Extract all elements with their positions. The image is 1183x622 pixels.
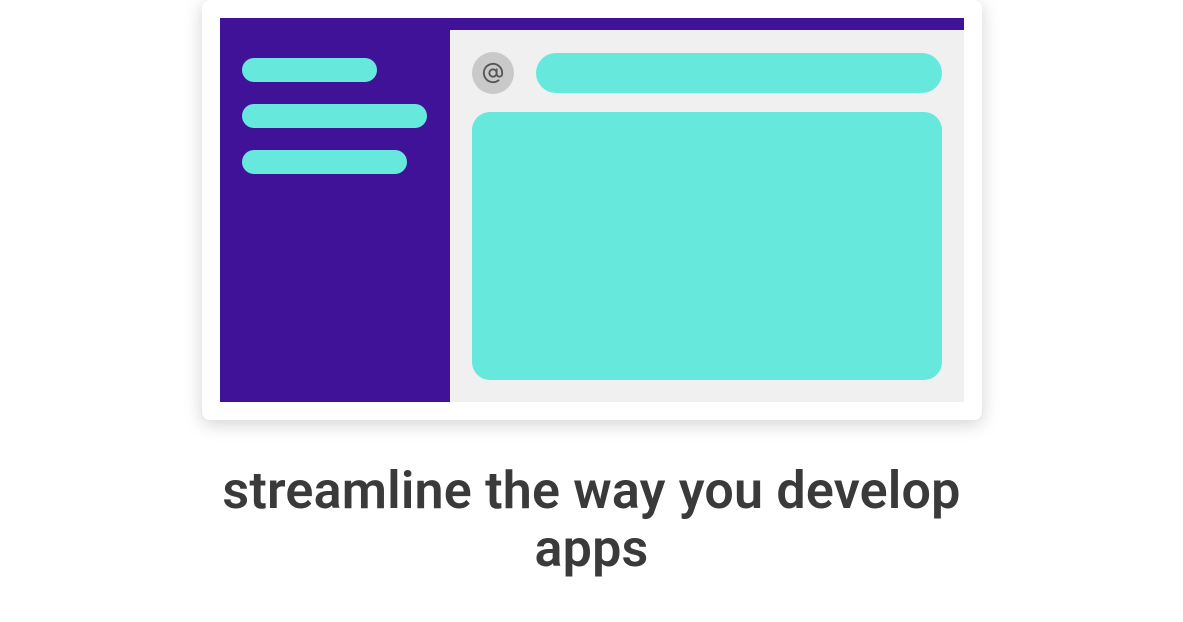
app-mockup-card [202, 0, 982, 420]
mockup-body [220, 30, 964, 402]
mockup-header-row [472, 52, 942, 94]
app-mockup [220, 18, 964, 402]
mockup-content-block [472, 112, 942, 380]
mockup-nav-item [242, 150, 407, 174]
mockup-search-bar [536, 53, 942, 93]
at-sign-icon [472, 52, 514, 94]
mockup-titlebar [220, 18, 964, 30]
mockup-main-area [450, 30, 964, 402]
mockup-nav-item [242, 58, 377, 82]
hero-headline: streamline the way you develop apps [182, 462, 1002, 578]
mockup-nav-item [242, 104, 427, 128]
mockup-sidebar [220, 30, 450, 402]
